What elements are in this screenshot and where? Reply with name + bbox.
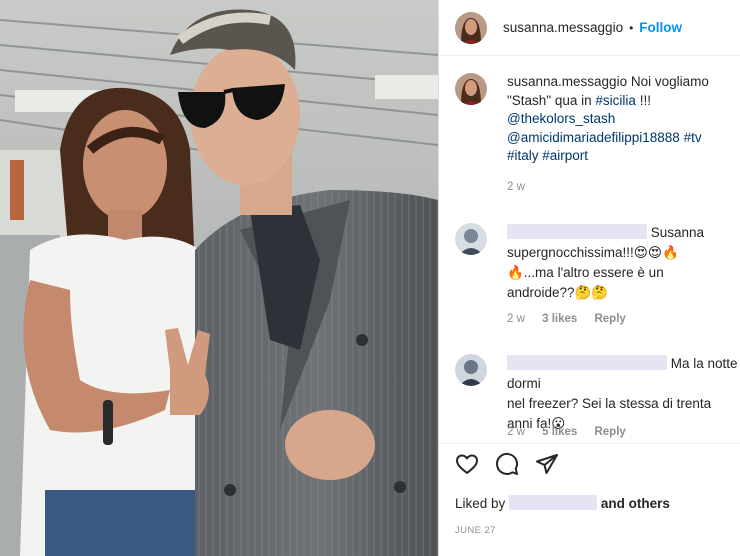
reply-button[interactable]: Reply — [594, 313, 625, 325]
comment-likes[interactable]: 3 likes — [542, 313, 577, 325]
mention-thekolors-stash[interactable]: @thekolors_stash — [507, 111, 615, 126]
commenter-avatar[interactable] — [455, 223, 487, 255]
liked-by-prefix: Liked by — [455, 496, 506, 511]
comment-likes[interactable]: 5 likes — [542, 426, 577, 438]
liked-by: Liked by and others — [455, 495, 670, 511]
redacted-username[interactable] — [507, 355, 667, 370]
comment-meta: 2 w 3 likes Reply — [507, 313, 640, 325]
comment-icon[interactable] — [495, 452, 519, 476]
comment-line-2: supergnocchissima!!!😍😍🔥 — [507, 245, 679, 260]
comment-text: Susanna supergnocchissima!!!😍😍🔥 🔥...ma l… — [507, 223, 739, 303]
post-date[interactable]: JUNE 27 — [455, 525, 496, 536]
commenter-avatar[interactable] — [455, 354, 487, 386]
liked-by-others[interactable]: and others — [601, 496, 670, 511]
caption-username[interactable]: susanna.messaggio — [507, 74, 627, 89]
action-icons — [455, 452, 559, 476]
post-sidebar: susanna.messaggio • Follow susanna.messa… — [438, 0, 740, 556]
share-icon[interactable] — [535, 452, 559, 476]
redacted-liker[interactable] — [509, 495, 598, 510]
comment-meta: 2 w 5 likes Reply — [507, 426, 640, 438]
hashtag-tv[interactable]: #tv — [684, 130, 702, 145]
caption-timestamp[interactable]: 2 w — [507, 181, 525, 193]
comment-line-2: nel freezer? Sei la stessa di trenta — [507, 396, 712, 411]
mention-amicidimariadefilippi[interactable]: @amicidimariadefilippi18888 — [507, 130, 680, 145]
post-actions: Liked by and others JUNE 27 — [439, 443, 740, 556]
comment-text: Ma la notte dormi nel freezer? Sei la st… — [507, 354, 739, 434]
comment-timestamp[interactable]: 2 w — [507, 313, 525, 325]
post-photo[interactable] — [0, 0, 438, 556]
comment-line-1: Susanna — [650, 225, 705, 240]
hashtag-airport[interactable]: #airport — [542, 148, 588, 163]
caption-text: susanna.messaggio Noi vogliamo "Stash" q… — [507, 73, 739, 166]
comment-line-4: androide??🤔🤔 — [507, 285, 609, 300]
author-avatar[interactable] — [455, 11, 487, 44]
caption-text-after: !!! — [639, 92, 651, 108]
hashtag-italy[interactable]: #italy — [507, 148, 539, 163]
comment-line-3: 🔥...ma l'altro essere è un — [507, 265, 664, 280]
separator-dot: • — [629, 20, 634, 35]
comment-timestamp[interactable]: 2 w — [507, 426, 525, 438]
author-username[interactable]: susanna.messaggio — [503, 20, 623, 35]
comments-section[interactable]: susanna.messaggio Noi vogliamo "Stash" q… — [439, 57, 740, 443]
hashtag-sicilia[interactable]: #sicilia — [595, 93, 636, 108]
heart-icon[interactable] — [455, 452, 479, 476]
follow-button[interactable]: Follow — [639, 20, 682, 35]
caption-avatar[interactable] — [455, 73, 487, 105]
reply-button[interactable]: Reply — [594, 426, 625, 438]
post-header: susanna.messaggio • Follow — [439, 0, 740, 56]
redacted-username[interactable] — [507, 224, 647, 239]
photo-illustration — [0, 0, 438, 556]
